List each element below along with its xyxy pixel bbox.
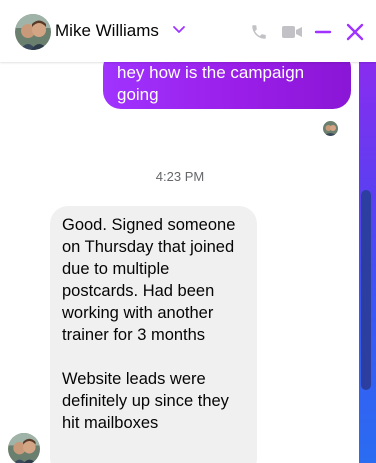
chat-header: Mike Williams: [0, 0, 376, 62]
video-icon[interactable]: [281, 24, 303, 40]
message-list[interactable]: hey how is the campaign going 4:23 PM Go…: [0, 62, 376, 463]
read-receipt-avatar: [323, 121, 338, 136]
scrollbar-thumb[interactable]: [361, 190, 371, 390]
read-receipt-icon: [323, 121, 338, 136]
profile-photo-icon: [15, 14, 51, 50]
contact-name[interactable]: Mike Williams: [55, 21, 159, 41]
chevron-down-icon[interactable]: [172, 25, 186, 35]
outgoing-message[interactable]: hey how is the campaign going: [103, 62, 351, 109]
close-icon[interactable]: [345, 22, 365, 42]
avatar[interactable]: [15, 14, 51, 50]
sender-avatar[interactable]: [8, 433, 40, 463]
incoming-message[interactable]: Good. Signed someone on Thursday that jo…: [50, 206, 257, 463]
minimize-icon[interactable]: [314, 23, 332, 41]
chat-window: Mike Williams hey how is the campaign go…: [0, 0, 376, 463]
phone-icon[interactable]: [250, 23, 268, 41]
message-timestamp: 4:23 PM: [155, 169, 205, 184]
profile-photo-icon: [8, 433, 40, 463]
